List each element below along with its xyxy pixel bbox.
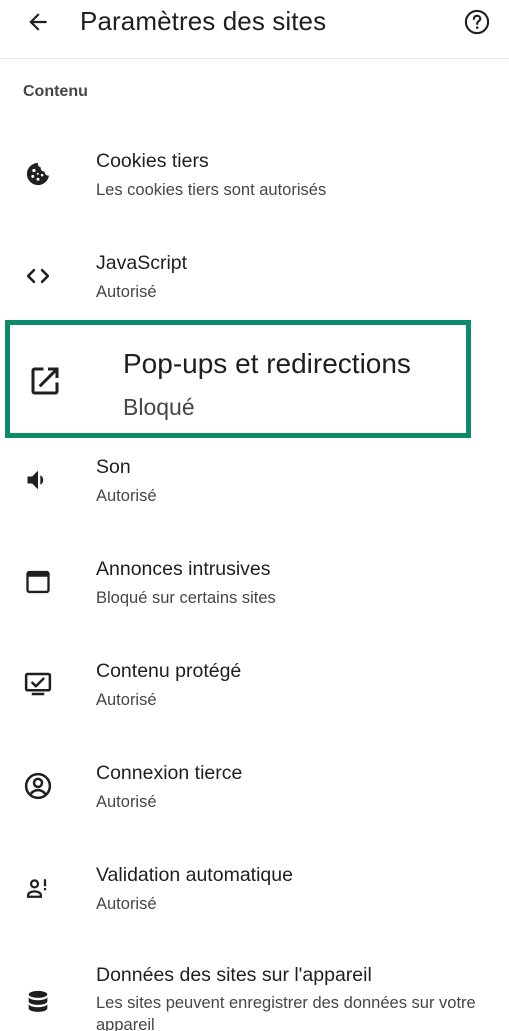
setting-status: Les sites peuvent enregistrer des donnée… <box>96 994 476 1031</box>
setting-status: Autorisé <box>96 895 157 913</box>
page-title: Paramètres des sites <box>80 6 327 36</box>
arrow-back-icon <box>25 9 51 35</box>
database-icon <box>22 986 54 1018</box>
setting-row-popups-redirects[interactable]: Pop-ups et redirections Bloqué <box>5 320 471 438</box>
setting-status: Bloqué sur certains sites <box>96 589 276 607</box>
person-alert-icon <box>22 872 54 904</box>
open-in-new-icon <box>27 363 63 399</box>
setting-row-third-party-cookies[interactable]: Cookies tiers Les cookies tiers sont aut… <box>0 140 509 240</box>
section-header-contenu: Contenu <box>23 83 88 100</box>
setting-label: Contenu protégé <box>96 660 242 682</box>
help-button[interactable] <box>459 4 495 40</box>
setting-row-protected-content[interactable]: Contenu protégé Autorisé <box>0 650 509 750</box>
setting-label: Cookies tiers <box>96 150 209 172</box>
setting-label: Connexion tierce <box>96 762 243 784</box>
volume-icon <box>22 464 54 496</box>
setting-status: Autorisé <box>96 283 157 301</box>
setting-label: JavaScript <box>96 252 188 274</box>
setting-row-site-data[interactable]: Données des sites sur l'appareil Les sit… <box>0 956 509 1031</box>
site-settings-screen: Paramètres des sites Contenu Cookies tie… <box>0 0 509 1031</box>
setting-row-intrusive-ads[interactable]: Annonces intrusives Bloqué sur certains … <box>0 548 509 648</box>
setting-status: Les cookies tiers sont autorisés <box>96 181 327 199</box>
help-circle-icon <box>463 8 491 36</box>
setting-status: Autorisé <box>96 691 157 709</box>
protected-content-icon <box>22 668 54 700</box>
code-icon <box>22 260 54 292</box>
setting-label: Pop-ups et redirections <box>123 348 411 379</box>
setting-row-sound[interactable]: Son Autorisé <box>0 446 509 546</box>
account-circle-icon <box>22 770 54 802</box>
setting-label: Annonces intrusives <box>96 558 271 580</box>
app-bar: Paramètres des sites <box>0 0 509 59</box>
setting-label: Validation automatique <box>96 864 293 886</box>
back-button[interactable] <box>20 4 56 40</box>
setting-status: Autorisé <box>96 487 157 505</box>
setting-label: Données des sites sur l'appareil <box>96 964 372 986</box>
setting-status: Autorisé <box>96 793 157 811</box>
window-icon <box>22 566 54 598</box>
cookie-icon <box>22 158 54 190</box>
setting-row-third-party-signin[interactable]: Connexion tierce Autorisé <box>0 752 509 852</box>
setting-row-auto-verification[interactable]: Validation automatique Autorisé <box>0 854 509 954</box>
setting-label: Son <box>96 456 131 478</box>
setting-status: Bloqué <box>123 394 195 420</box>
